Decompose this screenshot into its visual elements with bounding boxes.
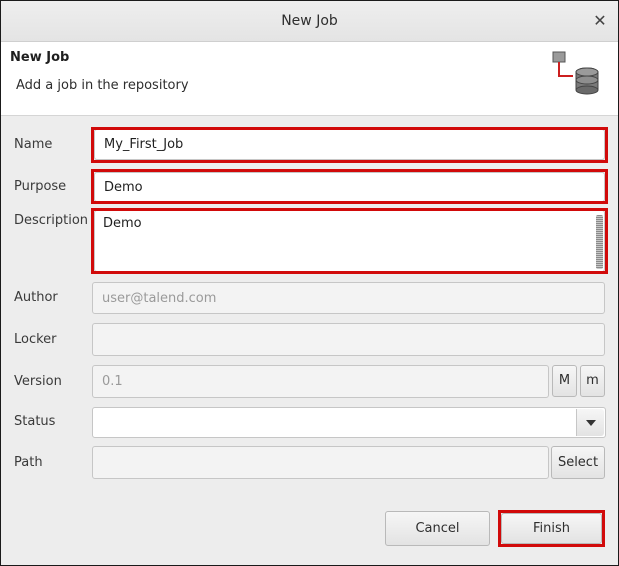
close-icon[interactable]: ✕ [590, 11, 610, 31]
status-dropdown-button[interactable] [576, 409, 604, 436]
minor-version-button[interactable]: m [580, 365, 605, 397]
window-title: New Job [281, 13, 338, 29]
new-job-dialog: New Job ✕ New Job Add a job in the repos… [0, 0, 619, 566]
description-textarea[interactable]: Demo [94, 210, 605, 272]
job-repository-icon [552, 51, 599, 95]
major-version-button[interactable]: M [552, 365, 577, 397]
title-bar: New Job ✕ [1, 1, 618, 42]
purpose-label: Purpose [14, 179, 67, 194]
wizard-header: New Job Add a job in the repository [1, 42, 618, 116]
header-subtitle: Add a job in the repository [16, 78, 189, 93]
name-input[interactable] [94, 129, 605, 160]
version-input[interactable] [92, 365, 549, 398]
chevron-down-icon [586, 420, 596, 426]
header-title: New Job [10, 50, 70, 65]
name-label: Name [14, 137, 53, 152]
description-scrollbar[interactable] [596, 215, 603, 269]
description-label: Description [14, 213, 89, 228]
locker-label: Locker [14, 332, 57, 347]
path-label: Path [14, 455, 43, 470]
author-label: Author [14, 290, 58, 305]
select-path-button[interactable]: Select [551, 446, 605, 479]
path-input[interactable] [92, 446, 549, 479]
status-combo[interactable] [92, 407, 606, 438]
cancel-button[interactable]: Cancel [385, 511, 490, 546]
author-input[interactable] [92, 282, 605, 314]
finish-button[interactable]: Finish [501, 513, 602, 544]
status-label: Status [14, 414, 56, 429]
version-label: Version [14, 374, 62, 389]
locker-input[interactable] [92, 323, 605, 356]
purpose-input[interactable] [94, 172, 605, 202]
